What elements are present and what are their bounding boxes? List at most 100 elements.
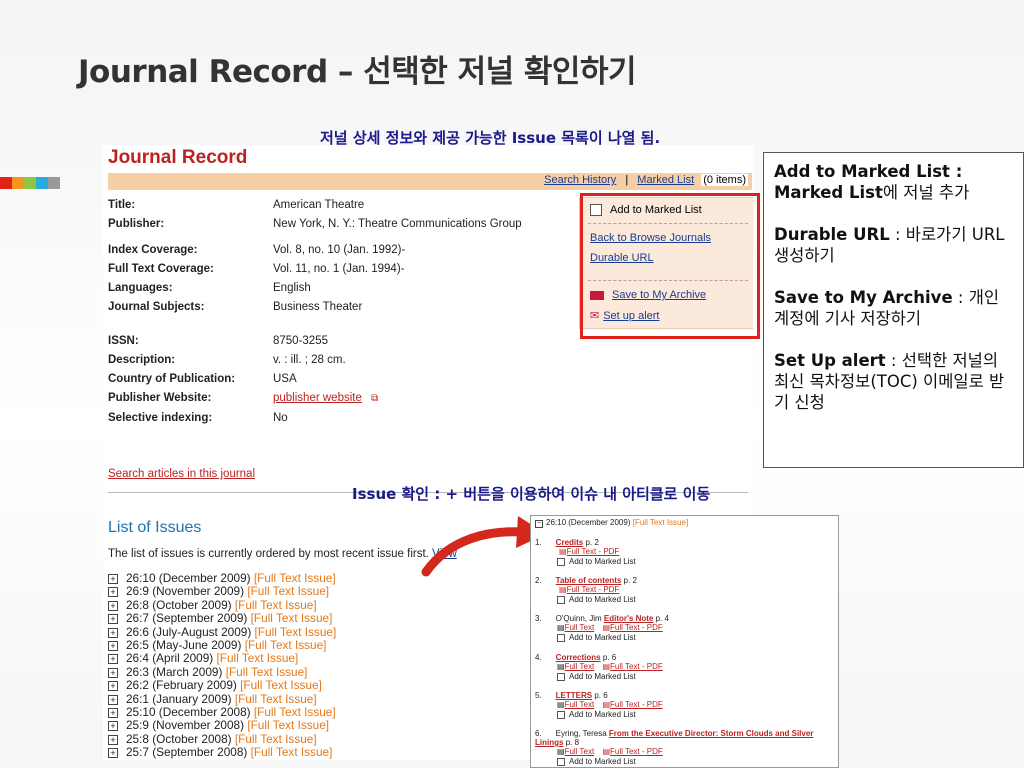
issue-row: +26:3 (March 2009) [Full Text Issue] (108, 665, 336, 679)
full-text-issue-link[interactable]: [Full Text Issue] (251, 611, 333, 625)
toolbar-separator: | (625, 174, 629, 186)
article-entry: 2. Table of contents p. 2 (535, 576, 637, 585)
full-text-pdf-link[interactable]: Full Text - PDF (610, 700, 663, 709)
full-text-issue-link[interactable]: [Full Text Issue] (247, 718, 329, 732)
add-marked-row[interactable]: Add to Marked List (557, 672, 636, 681)
article-title-link[interactable]: Table of contents (556, 576, 622, 585)
pdf-icon: ▤ (602, 623, 610, 632)
full-text-pdf-link[interactable]: Full Text - PDF (567, 585, 620, 594)
expand-plus-icon[interactable]: + (108, 573, 118, 584)
issue-row: +26:6 (July-August 2009) [Full Text Issu… (108, 625, 337, 639)
accent-swatch-blue (36, 177, 48, 189)
pdf-icon: ▤ (559, 585, 567, 594)
issue-caption: Issue 확인 : + 버튼을 이용하여 이슈 내 아티클로 이동 (352, 485, 711, 503)
field-label: Title: (108, 199, 136, 211)
add-marked-row[interactable]: Add to Marked List (557, 557, 636, 566)
field-value: No (273, 412, 288, 424)
accent-swatch-red (0, 177, 12, 189)
add-marked-row[interactable]: Add to Marked List (557, 710, 636, 719)
issue-row: +26:8 (October 2009) [Full Text Issue] (108, 598, 336, 612)
article-entry: 4. Corrections p. 6 (535, 653, 617, 662)
explain-add-marked: Add to Marked List : Marked List에 저널 추가 (774, 162, 970, 202)
full-text-issue-link[interactable]: [Full Text Issue] (245, 638, 327, 652)
accent-swatch-orange (12, 177, 24, 189)
field-value: Vol. 11, no. 1 (Jan. 1994)- (273, 263, 405, 275)
expand-plus-icon[interactable]: + (108, 707, 118, 718)
slide-title: Journal Record – 선택한 저널 확인하기 (78, 54, 637, 90)
full-text-pdf-link[interactable]: Full Text - PDF (610, 662, 663, 671)
expand-plus-icon[interactable]: + (108, 681, 118, 692)
article-title-link[interactable]: Credits (556, 538, 584, 547)
expand-plus-icon[interactable]: + (108, 667, 118, 678)
field-row: Country of Publication: USA (108, 372, 548, 386)
marked-list-link[interactable]: Marked List (637, 174, 694, 186)
journal-record-heading: Journal Record (108, 147, 248, 168)
article-title-link[interactable]: Editor's Note (604, 614, 653, 623)
full-text-link[interactable]: Full Text (565, 700, 595, 709)
full-text-pdf-link[interactable]: Full Text - PDF (567, 547, 620, 556)
field-value: English (273, 282, 311, 294)
full-text-issue-link[interactable]: [Full Text Issue] (254, 705, 336, 719)
field-label: Country of Publication: (108, 373, 236, 385)
full-text-issue-link[interactable]: [Full Text Issue] (240, 678, 322, 692)
explanation-box: Add to Marked List : Marked List에 저널 추가 D… (763, 152, 1024, 468)
field-label: Index Coverage: (108, 244, 198, 256)
full-text-pdf-link[interactable]: Full Text - PDF (610, 747, 663, 756)
field-value: 8750-3255 (273, 335, 328, 347)
field-value: Business Theater (273, 301, 363, 313)
search-history-link[interactable]: Search History (544, 174, 616, 186)
pdf-icon: ▤ (602, 662, 610, 671)
article-entry: 1. Credits p. 2 (535, 538, 599, 547)
field-label: Publisher Website: (108, 392, 212, 404)
add-marked-row[interactable]: Add to Marked List (557, 633, 636, 642)
full-text-issue-link[interactable]: [Full Text Issue] (255, 625, 337, 639)
field-value: New York, N. Y.: Theatre Communications … (273, 218, 522, 230)
list-note: The list of issues is currently ordered … (108, 548, 457, 560)
expand-plus-icon[interactable]: + (108, 694, 118, 705)
issue-row: +25:10 (December 2008) [Full Text Issue] (108, 705, 336, 719)
expand-plus-icon[interactable]: + (108, 640, 118, 651)
add-marked-row[interactable]: Add to Marked List (557, 595, 636, 604)
field-label: Full Text Coverage: (108, 263, 214, 275)
full-text-issue-link[interactable]: [Full Text Issue] (235, 732, 317, 746)
full-text-link[interactable]: Full Text (565, 747, 595, 756)
expand-plus-icon[interactable]: + (108, 721, 118, 732)
expand-plus-icon[interactable]: + (108, 748, 118, 759)
article-title-link[interactable]: LETTERS (556, 691, 592, 700)
article-title-link[interactable]: Corrections (556, 653, 601, 662)
full-text-issue-link[interactable]: [Full Text Issue] (247, 584, 329, 598)
expand-plus-icon[interactable]: + (108, 654, 118, 665)
issue-row: +26:10 (December 2009) [Full Text Issue] (108, 571, 336, 585)
expand-plus-icon[interactable]: + (108, 627, 118, 638)
full-text-link[interactable]: Full Text (565, 623, 595, 632)
explain-save-archive: Save to My Archive : 개인 계정에 기사 저장하기 (774, 288, 1000, 328)
field-row: Selective indexing: No (108, 411, 548, 425)
full-text-issue-link[interactable]: [Full Text Issue] (254, 571, 336, 585)
expand-plus-icon[interactable]: + (108, 587, 118, 598)
full-text-pdf-link[interactable]: Full Text - PDF (610, 623, 663, 632)
expand-plus-icon[interactable]: + (108, 614, 118, 625)
full-text-issue-link[interactable]: [Full Text Issue] (235, 598, 317, 612)
full-text-issue-link[interactable]: [Full Text Issue] (251, 745, 333, 759)
full-text-link[interactable]: Full Text (565, 662, 595, 671)
collapse-minus-icon[interactable]: − (535, 520, 543, 528)
field-row: ISSN: 8750-3255 (108, 334, 548, 348)
field-value: Vol. 8, no. 10 (Jan. 1992)- (273, 244, 406, 256)
field-row: Journal Subjects: Business Theater (108, 300, 548, 314)
article-entry: 3. O'Quinn, Jim Editor's Note p. 4 (535, 614, 669, 623)
search-articles-link[interactable]: Search articles in this journal (108, 468, 255, 480)
field-row: Index Coverage: Vol. 8, no. 10 (Jan. 1992… (108, 243, 548, 257)
marked-list-count: (0 items) (701, 174, 748, 186)
expand-plus-icon[interactable]: + (108, 600, 118, 611)
full-text-issue-link[interactable]: [Full Text Issue] (226, 665, 308, 679)
issue-list: +26:10 (December 2009) [Full Text Issue]… (108, 571, 337, 760)
issue-detail-inset: −26:10 (December 2009) [Full Text Issue]… (530, 515, 839, 768)
publisher-website-link[interactable]: publisher website (273, 392, 362, 404)
expand-plus-icon[interactable]: + (108, 734, 118, 745)
highlight-box (580, 193, 760, 339)
full-text-issue-link[interactable]: [Full Text Issue] (235, 692, 317, 706)
full-text-issue-link[interactable]: [Full Text Issue] (217, 651, 299, 665)
pdf-icon: ▤ (602, 747, 610, 756)
add-marked-row[interactable]: Add to Marked List (557, 757, 636, 766)
pdf-icon: ▤ (559, 547, 567, 556)
